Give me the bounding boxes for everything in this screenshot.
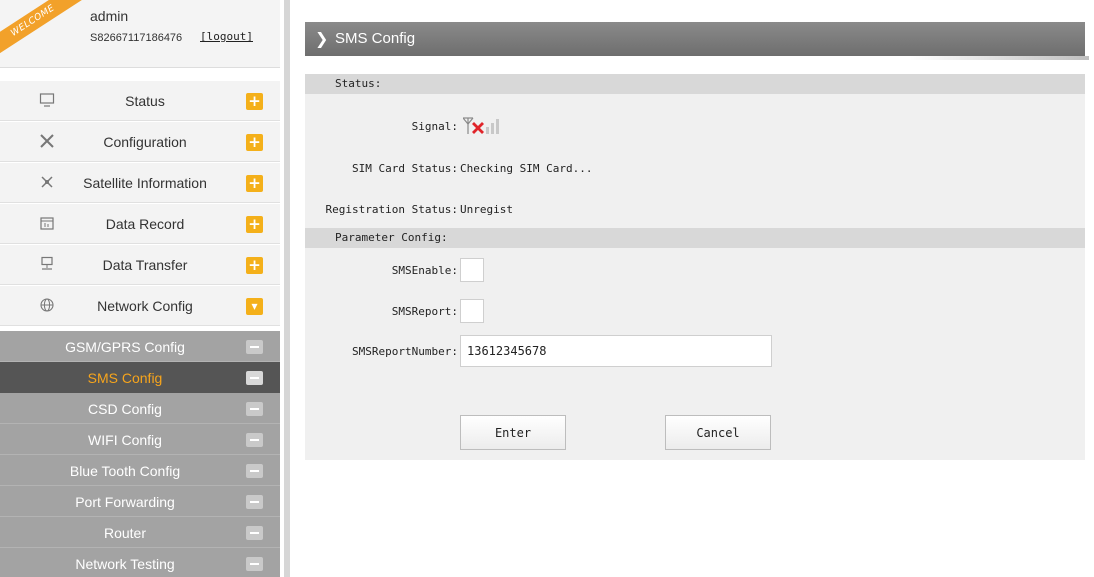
welcome-ribbon: WELCOME — [0, 0, 85, 59]
sim-card-status-value: Checking SIM Card... — [460, 162, 593, 175]
sim-card-status-label: SIM Card Status: — [352, 162, 458, 175]
submenu-item-label: WIFI Config — [88, 432, 162, 448]
menu-item-label: Satellite Information — [83, 175, 207, 191]
submenu-item-router[interactable]: Router — [0, 517, 280, 548]
status-section-header: Status: — [305, 74, 1085, 94]
minus-icon — [246, 495, 263, 509]
sms-report-number-label: SMSReportNumber: — [352, 345, 458, 358]
globe-icon — [38, 297, 56, 315]
sms-report-number-input[interactable] — [460, 335, 772, 367]
user-panel: WELCOME admin S82667117186476 [logout] — [0, 0, 280, 68]
menu-item-label: Status — [125, 93, 165, 109]
submenu-item-label: Router — [103, 525, 147, 541]
submenu-item-sms-config[interactable]: SMS Config — [0, 362, 280, 393]
expand-plus-icon[interactable]: + — [246, 175, 263, 192]
sms-report-label: SMSReport: — [391, 305, 458, 318]
registration-status-value: Unregist — [460, 203, 513, 216]
submenu-item-label: SMS Config — [87, 370, 163, 386]
sms-config-form: Status: Signal: SIM Card Status: Checkin… — [305, 74, 1085, 460]
sidebar: WELCOME admin S82667117186476 [logout] S… — [0, 0, 280, 577]
sms-enable-label: SMSEnable: — [391, 264, 458, 277]
submenu-item-label: GSM/GPRS Config — [65, 339, 185, 355]
minus-icon — [246, 526, 263, 540]
menu-item-label: Data Transfer — [102, 257, 188, 273]
chevron-right-icon: ❯ — [315, 29, 329, 48]
collapse-arrow-icon[interactable]: ▾ — [246, 298, 263, 315]
minus-icon — [246, 371, 263, 385]
minus-icon — [246, 402, 263, 416]
monitor-icon — [38, 92, 56, 110]
minus-icon — [246, 464, 263, 478]
username: admin — [90, 8, 129, 24]
minus-icon — [246, 557, 263, 571]
submenu-item-bluetooth-config[interactable]: Blue Tooth Config — [0, 455, 280, 486]
signal-no-service-icon — [463, 117, 499, 134]
minus-icon — [246, 340, 263, 354]
submenu-item-wifi-config[interactable]: WIFI Config — [0, 424, 280, 455]
page-title-bar: ❯ SMS Config — [305, 22, 1089, 60]
expand-plus-icon[interactable]: + — [246, 257, 263, 274]
registration-status-label: Registration Status: — [325, 203, 458, 216]
menu-item-data-record[interactable]: Data Record + — [0, 203, 280, 244]
submenu-item-csd-config[interactable]: CSD Config — [0, 393, 280, 424]
menu-item-data-transfer[interactable]: Data Transfer + — [0, 244, 280, 285]
submenu-item-label: CSD Config — [88, 401, 162, 417]
menu-item-configuration[interactable]: Configuration + — [0, 121, 280, 162]
tools-icon — [38, 133, 56, 151]
submenu-item-label: Network Testing — [75, 556, 175, 572]
parameter-section-header: Parameter Config: — [305, 228, 1085, 248]
network-config-submenu: GSM/GPRS Config SMS Config CSD Config WI… — [0, 331, 280, 577]
signal-label: Signal: — [411, 120, 458, 133]
submenu-item-label: Blue Tooth Config — [69, 463, 181, 479]
menu-item-label: Configuration — [103, 134, 187, 150]
calendar-icon — [38, 215, 56, 233]
sms-enable-checkbox[interactable] — [460, 258, 484, 282]
minus-icon — [246, 433, 263, 447]
logout-link[interactable]: [logout] — [200, 30, 253, 43]
menu-item-label: Network Config — [97, 298, 193, 314]
submenu-item-label: Port Forwarding — [75, 494, 175, 510]
expand-plus-icon[interactable]: + — [246, 134, 263, 151]
sms-report-checkbox[interactable] — [460, 299, 484, 323]
expand-plus-icon[interactable]: + — [246, 216, 263, 233]
menu-item-status[interactable]: Status + — [0, 80, 280, 121]
network-icon — [38, 256, 56, 274]
main-menu: Status + Configuration + Satellite Infor… — [0, 80, 280, 326]
cancel-button[interactable]: Cancel — [665, 415, 771, 450]
expand-plus-icon[interactable]: + — [246, 93, 263, 110]
submenu-item-port-forwarding[interactable]: Port Forwarding — [0, 486, 280, 517]
submenu-item-gsm-gprs-config[interactable]: GSM/GPRS Config — [0, 331, 280, 362]
menu-item-network-config[interactable]: Network Config ▾ — [0, 285, 280, 326]
enter-button[interactable]: Enter — [460, 415, 566, 450]
sidebar-divider[interactable] — [284, 0, 290, 577]
device-serial: S82667117186476 — [90, 32, 183, 44]
submenu-item-network-testing[interactable]: Network Testing — [0, 548, 280, 577]
menu-item-label: Data Record — [105, 216, 185, 232]
menu-item-satellite-information[interactable]: Satellite Information + — [0, 162, 280, 203]
satellite-icon — [38, 174, 56, 192]
page-title: SMS Config — [335, 30, 416, 47]
